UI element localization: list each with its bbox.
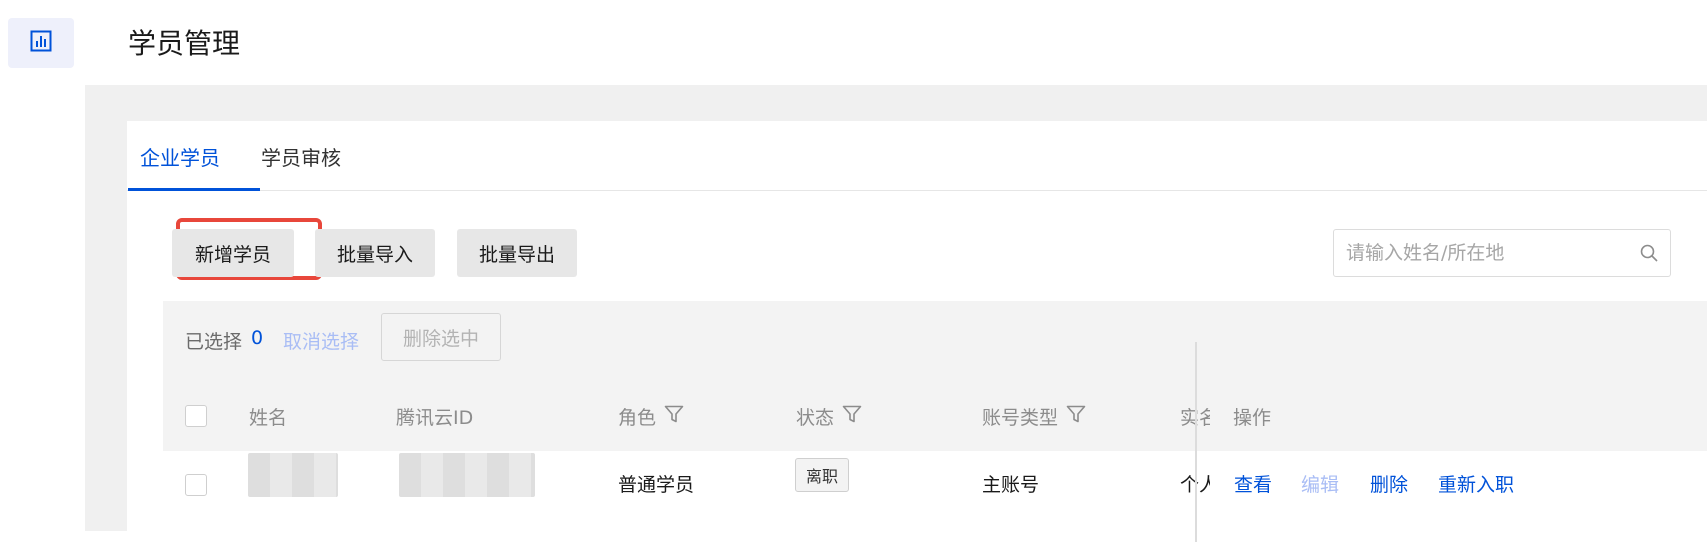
row-checkbox[interactable] [185,474,207,496]
main-card: 企业学员 学员审核 新增学员 批量导入 批量导出 已选择 0 取消选择 删除选中… [127,121,1707,542]
column-actions-label: 操作 [1233,407,1272,429]
tab-enterprise-students[interactable]: 企业学员 [140,142,220,171]
active-tab-indicator [128,188,260,191]
column-status-label: 状态 [796,407,835,429]
redacted-name [248,453,338,497]
filter-icon[interactable] [1066,405,1086,428]
column-name-label: 姓名 [249,407,288,429]
rehire-link[interactable]: 重新入职 [1438,470,1514,497]
table-header: 姓名 腾讯云ID 角色 状态 账号类型 实名 操作 [163,381,1707,451]
filter-icon[interactable] [664,405,684,428]
column-name: 姓名 [249,403,287,430]
search-input[interactable] [1346,240,1626,266]
fixed-column-divider [1195,342,1197,542]
selected-label: 已选择 [185,331,243,353]
left-rail [0,0,85,531]
edit-link[interactable]: 编辑 [1301,470,1339,497]
add-student-button[interactable]: 新增学员 [172,229,294,277]
filter-icon[interactable] [842,405,862,428]
page-title: 学员管理 [128,27,241,60]
tab-bar: 企业学员 学员审核 [127,121,1707,191]
batch-import-button[interactable]: 批量导入 [315,229,435,277]
column-status: 状态 [796,403,862,430]
column-actions: 操作 [1233,403,1271,430]
search-icon[interactable] [1639,243,1659,267]
selected-count: 0 [251,327,264,349]
bar-chart-icon [30,30,52,56]
cancel-selection-link[interactable]: 取消选择 [283,327,359,354]
rail-analytics-button[interactable] [8,18,74,68]
row-account-type: 主账号 [982,474,1040,496]
delete-selected-button[interactable]: 删除选中 [381,313,501,361]
column-account-type: 账号类型 [982,403,1086,430]
batch-export-button[interactable]: 批量导出 [457,229,577,277]
redacted-tencent-id [399,453,535,497]
status-badge: 离职 [795,458,850,492]
column-role-label: 角色 [618,407,657,429]
row-role: 普通学员 [618,474,695,496]
column-role: 角色 [618,403,684,430]
column-tencent-id-label: 腾讯云ID [396,407,474,429]
column-tencent-id: 腾讯云ID [396,403,473,430]
column-account-type-label: 账号类型 [982,407,1059,429]
view-link[interactable]: 查看 [1234,470,1272,497]
select-all-checkbox[interactable] [185,405,207,427]
tab-student-review[interactable]: 学员审核 [261,142,341,171]
table-row: 普通学员 离职 主账号 个人 查看 编辑 删除 重新入职 [163,451,1707,531]
top-bar: 学员管理 [85,0,1707,85]
delete-link[interactable]: 删除 [1370,470,1408,497]
search-box [1333,229,1671,277]
